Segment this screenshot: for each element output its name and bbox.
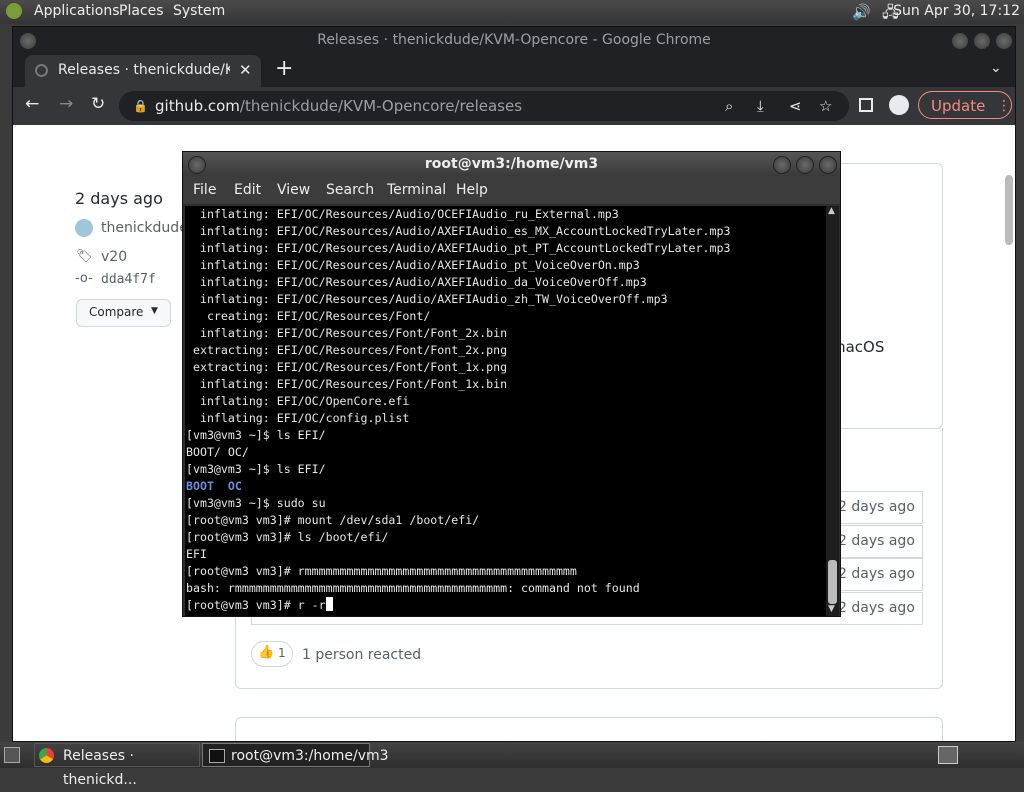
forward-icon[interactable]: → <box>59 94 73 114</box>
release-time: 2 days ago <box>75 189 163 208</box>
tab-title: Releases · thenickdude/KVM- <box>58 62 230 78</box>
minimize-icon[interactable] <box>951 32 969 50</box>
chrome-icon <box>39 748 54 763</box>
distro-logo-icon[interactable] <box>6 3 22 19</box>
taskbar-chrome[interactable]: Releases · thenickd... <box>34 743 200 788</box>
kebab-menu-icon[interactable]: ⋮ <box>997 92 1011 120</box>
terminal-menu-edit[interactable]: Edit <box>234 182 261 198</box>
bottom-taskbar: Releases · thenickd... root@vm3:/home/vm… <box>0 742 1024 788</box>
menu-applications[interactable]: Applications <box>34 3 120 19</box>
profile-avatar-icon[interactable] <box>889 95 909 115</box>
scroll-down-icon[interactable]: ▼ <box>828 604 835 614</box>
terminal-title: root@vm3:/home/vm3 <box>183 152 840 176</box>
share-icon[interactable]: ⋖ <box>789 91 802 121</box>
author-link[interactable]: thenickdude <box>101 220 188 236</box>
terminal-menu-search[interactable]: Search <box>326 182 374 198</box>
asset-date: 2 days ago <box>838 600 915 616</box>
terminal-output[interactable]: inflating: EFI/OC/Resources/Audio/OCEFIA… <box>185 206 826 616</box>
asset-date: 2 days ago <box>838 533 915 549</box>
reaction-count: 1 <box>278 646 286 660</box>
scroll-up-icon[interactable]: ▲ <box>828 206 835 216</box>
terminal-scroll-thumb[interactable] <box>828 560 837 604</box>
caret-down-icon: ▼ <box>151 306 158 316</box>
terminal-maximize-icon[interactable] <box>796 156 814 174</box>
asset-date: 2 days ago <box>838 566 915 582</box>
top-panel: Applications Places System 🔊 🖧 Sun Apr 3… <box>0 0 1024 24</box>
text-cursor <box>325 597 333 611</box>
terminal-menu-file[interactable]: File <box>193 182 216 198</box>
tab-search-chevron-icon[interactable]: ⌄ <box>990 60 1002 76</box>
thumbs-up-icon: 👍 <box>258 645 275 660</box>
terminal-window: root@vm3:/home/vm3 File Edit View Search… <box>182 151 841 617</box>
maximize-icon[interactable] <box>973 32 991 50</box>
bookmark-star-icon[interactable]: ☆ <box>819 91 832 121</box>
update-label: Update <box>931 97 986 115</box>
window-menu-icon[interactable] <box>19 32 37 50</box>
omnibox[interactable]: 🔒 github.com/thenickdude/KVM-Opencore/re… <box>119 91 849 121</box>
chrome-window-title: Releases · thenickdude/KVM-Opencore - Go… <box>317 32 711 48</box>
loading-icon <box>35 64 48 77</box>
terminal-prompt: [root@vm3 vm3]# r -r <box>186 598 326 612</box>
asset-date: 2 days ago <box>838 499 915 515</box>
terminal-close-icon[interactable] <box>819 156 837 174</box>
compare-label: Compare <box>89 305 144 319</box>
commit-icon: -o- <box>75 271 93 286</box>
reaction-button[interactable]: 👍 1 <box>251 641 293 667</box>
terminal-menu-help[interactable]: Help <box>456 182 488 198</box>
install-icon[interactable]: ⤓ <box>757 91 764 121</box>
side-panel-icon[interactable] <box>859 98 873 112</box>
zoom-search-icon[interactable]: ⌕ <box>725 91 733 121</box>
page-scrollbar[interactable] <box>1005 175 1013 245</box>
next-release-card <box>235 717 943 741</box>
back-icon[interactable]: ← <box>25 94 39 114</box>
terminal-menu-view[interactable]: View <box>277 182 310 198</box>
reload-icon[interactable]: ↻ <box>91 94 105 114</box>
terminal-window-menu-icon[interactable] <box>188 156 206 174</box>
url-path: /thenickdude/KVM-Opencore/releases <box>239 97 523 115</box>
close-tab-icon[interactable]: ✕ <box>239 61 252 79</box>
tag-link[interactable]: v20 <box>101 249 127 265</box>
terminal-icon <box>209 749 225 763</box>
update-button[interactable]: Update ⋮ <box>918 91 1012 119</box>
lock-icon[interactable]: 🔒 <box>133 91 148 121</box>
tag-icon: 🏷 <box>76 249 93 264</box>
show-desktop-icon[interactable] <box>4 747 20 763</box>
author-avatar[interactable] <box>75 219 93 237</box>
compare-button[interactable]: Compare ▼ <box>76 299 171 327</box>
new-tab-icon[interactable]: + <box>275 56 293 81</box>
clock[interactable]: Sun Apr 30, 17:12 <box>893 3 1020 19</box>
terminal-scrollbar[interactable]: ▲ ▼ <box>826 206 839 616</box>
taskbar-terminal[interactable]: root@vm3:/home/vm3 <box>202 743 389 767</box>
commit-link[interactable]: dda4f7f <box>101 272 156 287</box>
reaction-text: 1 person reacted <box>302 647 422 663</box>
url-host: github.com <box>155 97 240 115</box>
menu-system[interactable]: System <box>173 3 225 19</box>
volume-icon[interactable]: 🔊 <box>852 3 871 21</box>
toolbar: ← → ↻ 🔒 github.com/thenickdude/KVM-Openc… <box>13 87 1015 125</box>
terminal-minimize-icon[interactable] <box>773 156 791 174</box>
terminal-menubar: File Edit View Search Terminal Help <box>183 176 840 204</box>
terminal-menu-terminal[interactable]: Terminal <box>387 182 446 198</box>
workspace-switcher-icon[interactable] <box>938 746 958 764</box>
close-window-icon[interactable] <box>995 32 1013 50</box>
menu-places[interactable]: Places <box>119 3 164 19</box>
tab-releases[interactable]: Releases · thenickdude/KVM- ✕ <box>25 55 261 87</box>
taskbar-terminal-label: root@vm3:/home/vm3 <box>231 748 389 764</box>
taskbar-chrome-label: Releases · thenickd... <box>63 748 137 788</box>
